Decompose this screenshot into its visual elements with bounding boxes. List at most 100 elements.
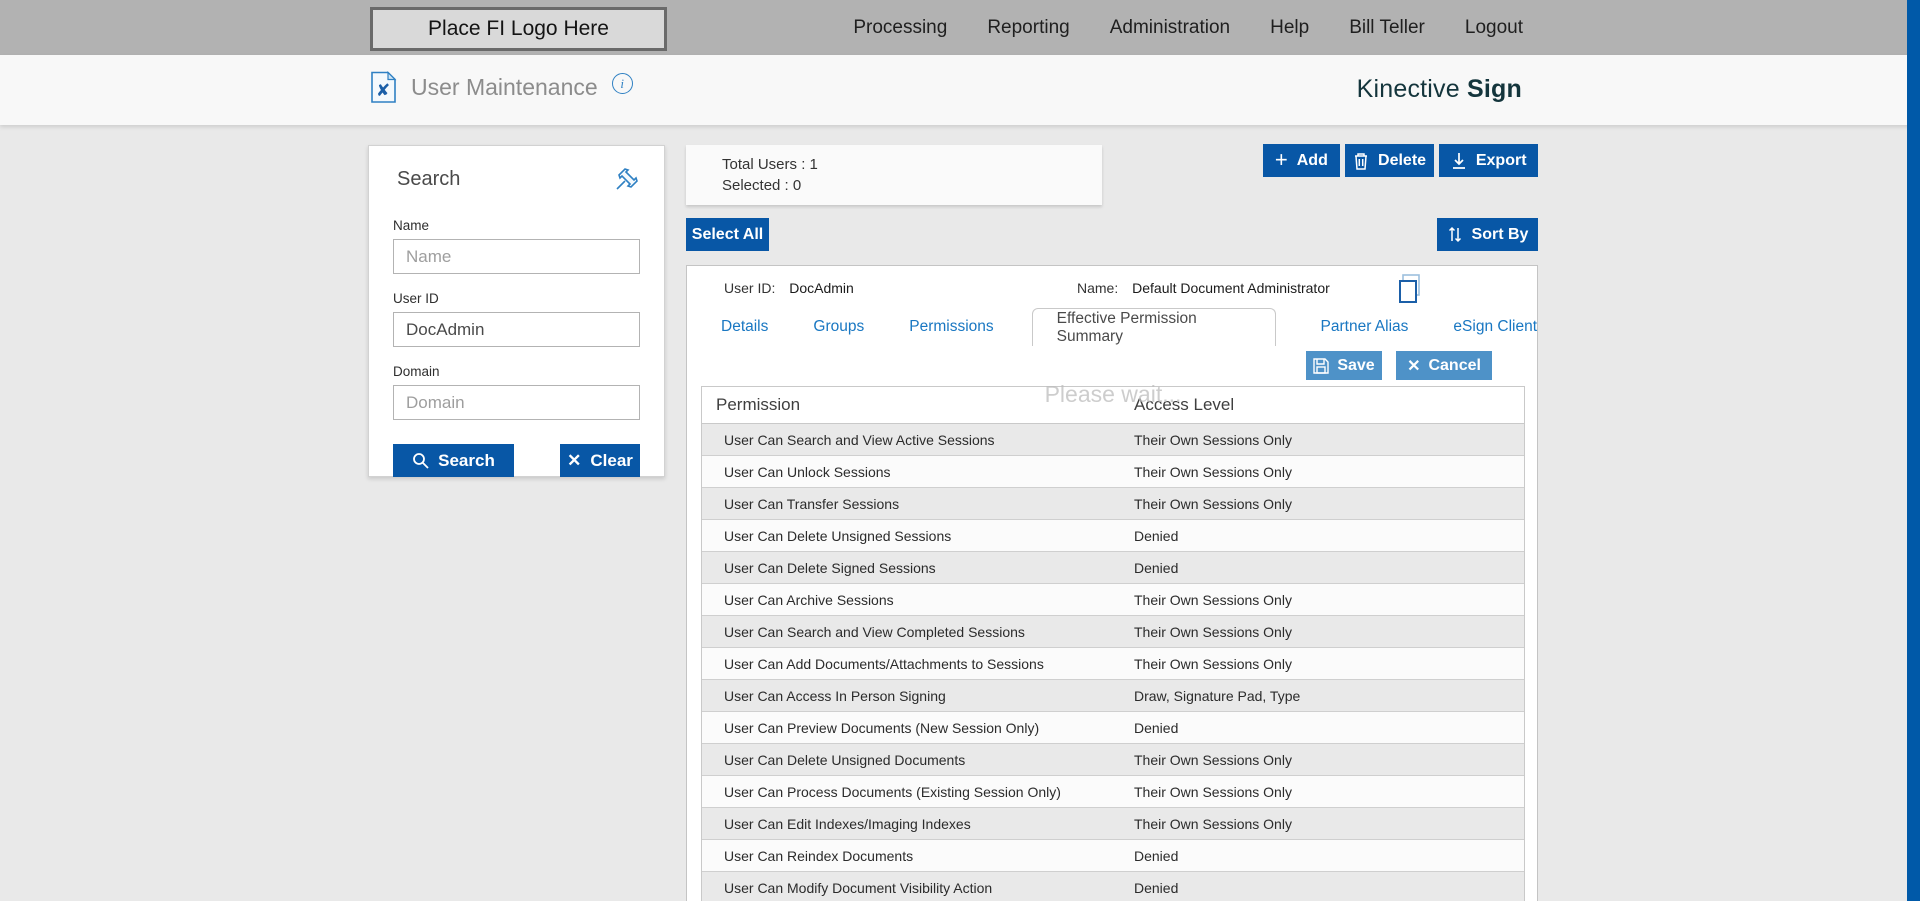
export-button-label: Export [1475,151,1527,169]
tab-esign-client[interactable]: eSign Client [1453,318,1537,336]
access-level-cell: Their Own Sessions Only [1134,431,1292,448]
search-panel-title: Search [397,168,461,190]
table-row[interactable]: User Can Edit Indexes/Imaging Indexes Th… [702,808,1524,840]
pin-icon[interactable] [614,166,640,192]
user-maintenance-icon: ✘ [370,71,397,104]
menu-processing[interactable]: Processing [853,17,947,39]
tab-permissions[interactable]: Permissions [909,318,993,336]
user-card-header: User ID: DocAdmin Name: Default Document… [687,266,1537,308]
permission-cell: User Can Edit Indexes/Imaging Indexes [724,815,971,832]
save-button[interactable]: Save [1306,351,1382,380]
user-id-field-label: User ID: [724,280,776,296]
vertical-scrollbar[interactable] [1907,0,1920,901]
page-title: User Maintenance [411,74,598,100]
permission-cell: User Can Delete Signed Sessions [724,559,936,576]
info-icon[interactable]: i [611,73,633,94]
table-row[interactable]: User Can Unlock Sessions Their Own Sessi… [702,456,1524,488]
permission-cell: User Can Preview Documents (New Session … [724,719,1040,736]
tab-partner-alias[interactable]: Partner Alias [1321,318,1409,336]
total-users-label: Total Users : [722,156,806,173]
copy-icon[interactable] [1395,273,1425,305]
delete-button-label: Delete [1378,151,1427,169]
name-value: Default Document Administrator [1132,280,1330,296]
access-level-cell: Their Own Sessions Only [1134,783,1292,800]
user-id-input[interactable] [393,312,640,347]
name-input[interactable] [393,239,640,274]
search-icon [412,452,429,469]
table-row[interactable]: User Can Delete Signed Sessions Denied [702,552,1524,584]
table-row[interactable]: User Can Search and View Completed Sessi… [702,616,1524,648]
table-row[interactable]: User Can Transfer Sessions Their Own Ses… [702,488,1524,520]
clear-x-icon: ✕ [567,450,582,470]
access-level-cell: Their Own Sessions Only [1134,655,1292,672]
name-field-label: Name: [1077,280,1119,296]
kinective-sign-logo: Kinective Sign [1357,75,1522,104]
permission-cell: User Can Search and View Active Sessions [724,431,995,448]
menu-reporting[interactable]: Reporting [987,17,1069,39]
table-row[interactable]: User Can Preview Documents (New Session … [702,712,1524,744]
permission-cell: User Can Reindex Documents [724,847,914,864]
permission-cell: User Can Add Documents/Attachments to Se… [724,655,1044,672]
table-row[interactable]: User Can Reindex Documents Denied [702,840,1524,872]
access-level-cell: Their Own Sessions Only [1134,623,1292,640]
user-id-value: DocAdmin [789,280,854,296]
access-level-cell: Their Own Sessions Only [1134,591,1292,608]
access-level-cell: Denied [1134,559,1179,576]
table-row[interactable]: User Can Archive Sessions Their Own Sess… [702,584,1524,616]
tab-details[interactable]: Details [721,318,768,336]
access-level-cell: Denied [1134,719,1179,736]
selected-label: Selected : [722,177,789,194]
search-button[interactable]: Search [393,444,514,477]
permission-cell: User Can Unlock Sessions [724,463,891,480]
tab-groups[interactable]: Groups [813,318,864,336]
menu-administration[interactable]: Administration [1110,17,1230,39]
menu-help[interactable]: Help [1270,17,1309,39]
name-label: Name [393,218,430,233]
selected-value: 0 [792,177,802,194]
add-button[interactable]: + Add [1263,144,1340,177]
column-access-level: Access Level [1134,395,1235,414]
menu-logout[interactable]: Logout [1465,17,1523,39]
top-navigation-bar: Place FI Logo Here Processing Reporting … [0,0,1920,55]
permission-cell: User Can Modify Document Visibility Acti… [724,879,993,896]
table-row[interactable]: User Can Modify Document Visibility Acti… [702,872,1524,901]
access-level-cell: Denied [1134,527,1179,544]
sort-by-button[interactable]: Sort By [1437,218,1538,251]
permissions-table: Please wait... Permission Access Level U… [701,381,1525,901]
permission-cell: User Can Search and View Completed Sessi… [724,623,1025,640]
export-button[interactable]: Export [1439,144,1538,177]
menu-bill-teller[interactable]: Bill Teller [1349,17,1425,39]
table-row[interactable]: User Can Search and View Active Sessions… [702,424,1524,456]
domain-label: Domain [393,364,440,379]
plus-icon: + [1274,146,1288,172]
select-all-button[interactable]: Select All [686,218,769,251]
permission-cell: User Can Delete Unsigned Documents [724,751,966,768]
cancel-button-label: Cancel [1428,356,1481,374]
table-row[interactable]: User Can Add Documents/Attachments to Se… [702,648,1524,680]
select-all-label: Select All [691,225,764,243]
access-level-cell: Their Own Sessions Only [1134,495,1292,512]
table-row[interactable]: User Can Delete Unsigned Documents Their… [702,744,1524,776]
add-button-label: Add [1296,151,1328,169]
access-level-cell: Their Own Sessions Only [1134,815,1292,832]
svg-text:✘: ✘ [376,81,390,101]
total-users-value: 1 [809,156,818,173]
page-header: ✘ User Maintenance i Kinective Sign [0,55,1920,125]
download-icon [1451,152,1467,169]
table-row[interactable]: User Can Delete Unsigned Sessions Denied [702,520,1524,552]
clear-button[interactable]: ✕ Clear [560,444,640,477]
cancel-x-icon: ✕ [1407,357,1421,375]
user-stats-box: Total Users : 1 Selected : 0 [686,145,1102,205]
trash-icon [1353,152,1369,170]
save-button-label: Save [1337,356,1375,374]
fi-logo-text: Place FI Logo Here [428,17,609,40]
tab-effective-permission-summary[interactable]: Effective Permission Summary [1031,308,1276,346]
permissions-table-header: Permission Access Level [702,387,1524,424]
cancel-button[interactable]: ✕ Cancel [1396,351,1492,380]
domain-input[interactable] [393,385,640,420]
delete-button[interactable]: Delete [1344,144,1435,177]
table-row[interactable]: User Can Access In Person Signing Draw, … [702,680,1524,712]
table-row[interactable]: User Can Process Documents (Existing Ses… [702,776,1524,808]
column-permission: Permission [716,395,801,414]
access-level-cell: Denied [1134,879,1179,896]
